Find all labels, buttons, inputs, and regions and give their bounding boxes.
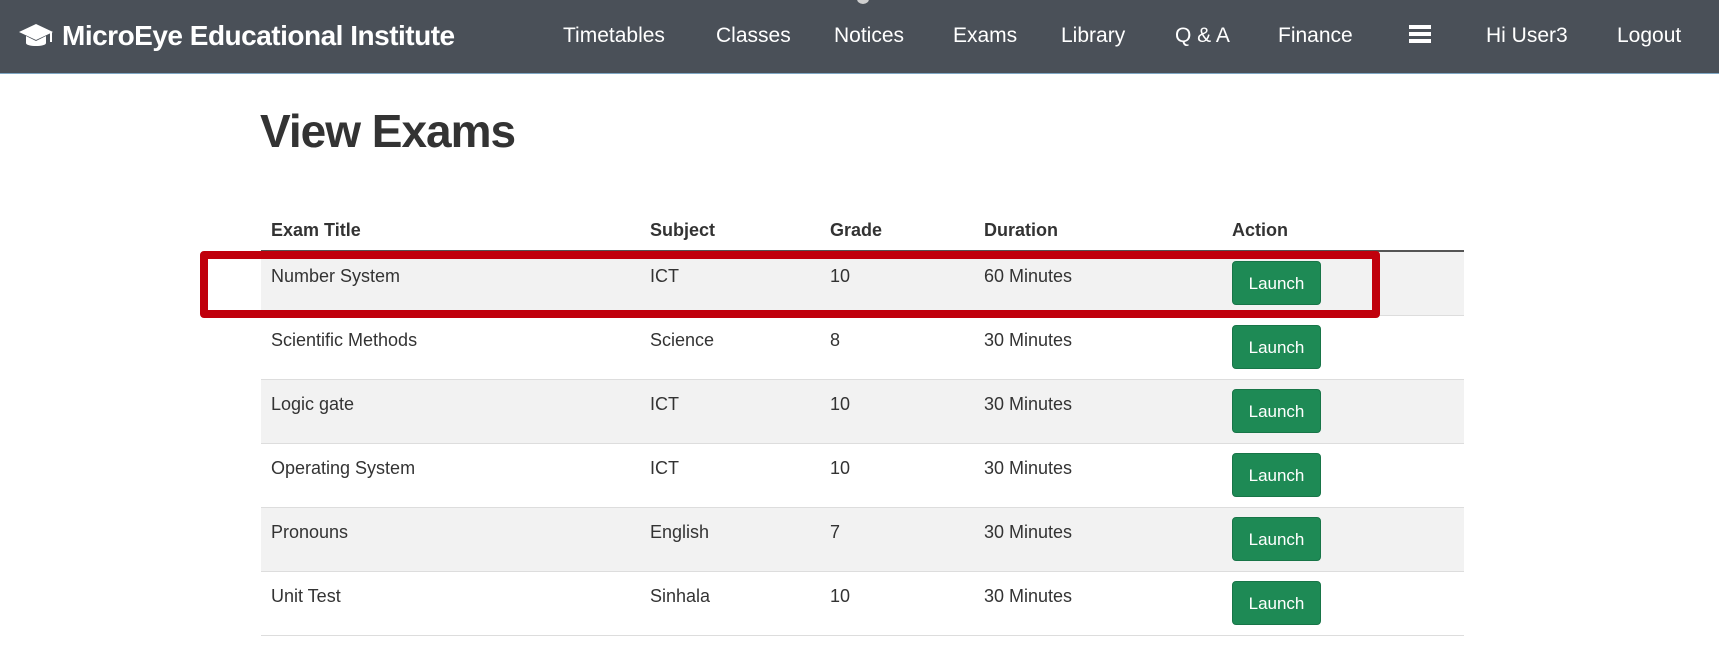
exam-title-cell: Pronouns xyxy=(271,522,349,542)
nav-library[interactable]: Library xyxy=(1061,20,1125,52)
brand-link[interactable]: MicroEye Educational Institute xyxy=(18,16,455,56)
table-row: Operating System ICT 10 30 Minutes Launc… xyxy=(261,443,1464,508)
duration-cell: 30 Minutes xyxy=(984,522,1073,542)
header-exam-title: Exam Title xyxy=(261,210,640,252)
duration-cell: 30 Minutes xyxy=(984,586,1073,606)
nav-finance[interactable]: Finance xyxy=(1278,20,1353,52)
nav-qa[interactable]: Q & A xyxy=(1175,20,1230,52)
duration-cell: 30 Minutes xyxy=(984,394,1073,414)
table-row: Logic gate ICT 10 30 Minutes Launch xyxy=(261,379,1464,444)
user-greeting[interactable]: Hi User3 xyxy=(1486,20,1568,52)
page-title: View Exams xyxy=(260,105,516,157)
duration-cell: 60 Minutes xyxy=(984,266,1073,286)
duration-cell: 30 Minutes xyxy=(984,458,1073,478)
exam-title-cell: Scientific Methods xyxy=(271,330,418,350)
grade-cell: 10 xyxy=(830,266,851,286)
exam-title-cell: Operating System xyxy=(271,458,416,478)
top-navbar: MicroEye Educational Institute Timetable… xyxy=(0,0,1719,74)
launch-button[interactable]: Launch xyxy=(1232,453,1321,497)
subject-cell: ICT xyxy=(650,266,679,286)
nav-exams[interactable]: Exams xyxy=(953,20,1017,52)
grade-cell: 10 xyxy=(830,458,851,478)
subject-cell: English xyxy=(650,522,710,542)
subject-cell: Sinhala xyxy=(650,586,711,606)
grade-cell: 10 xyxy=(830,586,851,606)
exam-title-cell: Logic gate xyxy=(271,394,355,414)
grade-cell: 8 xyxy=(830,330,841,350)
table-row: Unit Test Sinhala 10 30 Minutes Launch xyxy=(261,571,1464,636)
header-grade: Grade xyxy=(820,210,974,252)
launch-button[interactable]: Launch xyxy=(1232,389,1321,433)
table-row: Number System ICT 10 60 Minutes Launch xyxy=(261,251,1464,316)
launch-button[interactable]: Launch xyxy=(1232,261,1321,305)
hamburger-menu-icon[interactable] xyxy=(1409,25,1431,45)
exam-title-cell: Unit Test xyxy=(271,586,341,606)
subject-cell: ICT xyxy=(650,458,679,478)
brand-name: MicroEye Educational Institute xyxy=(62,20,455,51)
table-header-row: Exam Title Subject Grade Duration Action xyxy=(261,210,1464,252)
subject-cell: ICT xyxy=(650,394,679,414)
launch-button[interactable]: Launch xyxy=(1232,581,1321,625)
window-indicator-dot xyxy=(857,0,869,4)
duration-cell: 30 Minutes xyxy=(984,330,1073,350)
table-row: Scientific Methods Science 8 30 Minutes … xyxy=(261,315,1464,380)
launch-button[interactable]: Launch xyxy=(1232,325,1321,369)
grade-cell: 10 xyxy=(830,394,851,414)
header-duration: Duration xyxy=(974,210,1222,252)
subject-cell: Science xyxy=(650,330,715,350)
logout-link[interactable]: Logout xyxy=(1617,20,1681,52)
launch-button[interactable]: Launch xyxy=(1232,517,1321,561)
exams-table: Exam Title Subject Grade Duration Action… xyxy=(261,210,1464,636)
header-action: Action xyxy=(1222,210,1464,252)
nav-notices[interactable]: Notices xyxy=(834,20,904,52)
exam-title-cell: Number System xyxy=(271,266,401,286)
grade-cell: 7 xyxy=(830,522,841,542)
nav-timetables[interactable]: Timetables xyxy=(563,20,665,52)
graduation-cap-icon xyxy=(19,24,53,46)
header-subject: Subject xyxy=(640,210,820,252)
table-row: Pronouns English 7 30 Minutes Launch xyxy=(261,507,1464,572)
nav-classes[interactable]: Classes xyxy=(716,20,791,52)
